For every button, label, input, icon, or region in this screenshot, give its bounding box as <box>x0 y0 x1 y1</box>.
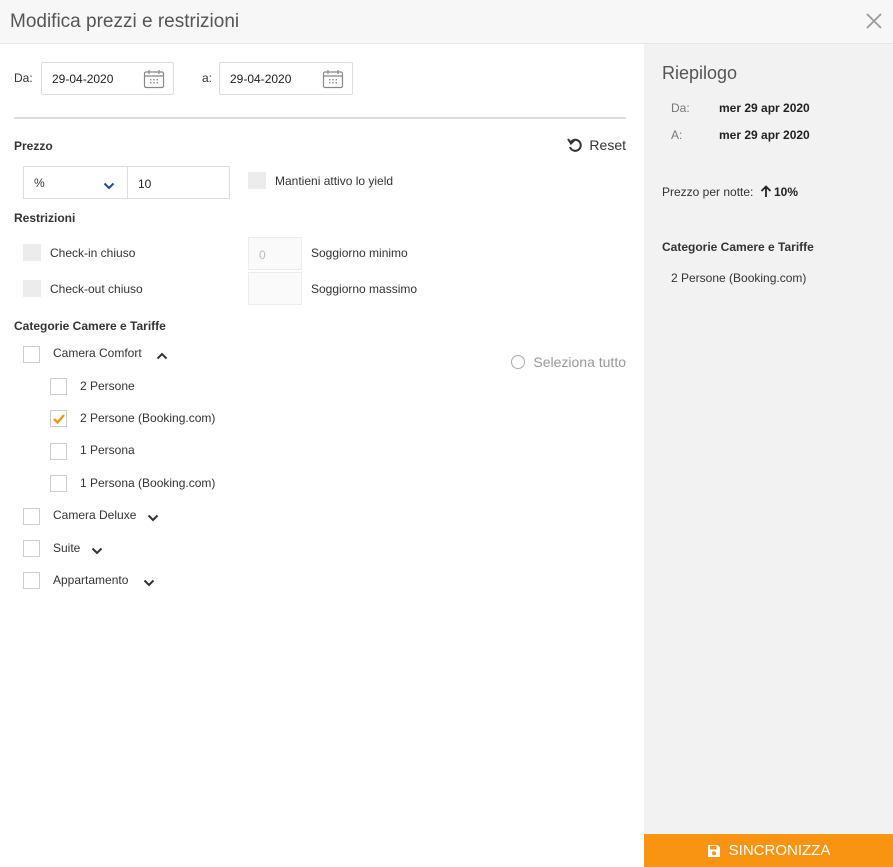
date-to-label: a: <box>202 71 213 85</box>
checkout-closed-checkbox[interactable] <box>23 280 41 297</box>
summary-to-label: A: <box>671 128 683 142</box>
price-unit-value: % <box>34 176 45 190</box>
price-amount-input[interactable]: 10 <box>127 166 230 199</box>
checkmark-icon <box>53 414 65 424</box>
date-from-label: Da: <box>14 71 33 85</box>
min-stay-label: Soggiorno minimo <box>311 246 408 260</box>
room-checkbox-suite[interactable] <box>23 540 40 557</box>
chevron-down-icon[interactable] <box>143 575 155 587</box>
date-to-value: 29-04-2020 <box>230 72 292 86</box>
room-checkbox-deluxe[interactable] <box>23 508 40 525</box>
save-icon <box>707 844 720 857</box>
summary-from-label: Da: <box>671 101 690 115</box>
summary-to-value: mer 29 apr 2020 <box>719 128 810 142</box>
summary-price-value: 10% <box>774 185 799 199</box>
calendar-icon[interactable] <box>322 69 344 89</box>
rate-checkbox[interactable] <box>50 443 67 460</box>
summary-from-value: mer 29 apr 2020 <box>719 101 810 115</box>
keep-yield-label: Mantieni attivo lo yield <box>275 174 394 188</box>
close-icon[interactable] <box>865 12 883 30</box>
room-label-comfort: Camera Comfort <box>53 346 142 360</box>
min-stay-placeholder: 0 <box>259 248 266 262</box>
calendar-icon[interactable] <box>143 69 165 89</box>
chevron-down-icon <box>103 178 115 190</box>
room-checkbox-appartamento[interactable] <box>23 572 40 589</box>
checkin-closed-checkbox[interactable] <box>23 244 41 261</box>
chevron-up-icon[interactable] <box>156 348 168 360</box>
keep-yield-checkbox[interactable] <box>248 172 266 189</box>
price-amount-value: 10 <box>138 177 152 191</box>
date-to-input[interactable]: 29-04-2020 <box>219 62 353 95</box>
chevron-down-icon[interactable] <box>91 543 103 555</box>
categories-heading: Categorie Camere e Tariffe <box>14 319 166 333</box>
sync-label: SINCRONIZZA <box>728 842 831 859</box>
max-stay-label: Soggiorno massimo <box>311 282 418 296</box>
room-checkbox-comfort[interactable] <box>23 346 40 363</box>
reset-button[interactable]: Reset <box>567 137 626 153</box>
rate-label: 2 Persone <box>80 379 135 393</box>
radio-circle-icon <box>511 355 526 369</box>
summary-categories-heading: Categorie Camere e Tariffe <box>662 240 814 254</box>
summary-panel: Riepilogo Da: mer 29 apr 2020 A: mer 29 … <box>644 44 893 867</box>
reset-label: Reset <box>589 137 626 153</box>
summary-title: Riepilogo <box>662 63 738 83</box>
max-stay-input[interactable] <box>248 272 302 305</box>
modal-title: Modifica prezzi e restrizioni <box>10 11 240 32</box>
restrictions-heading: Restrizioni <box>14 211 76 225</box>
chevron-down-icon[interactable] <box>147 510 159 522</box>
reset-icon <box>567 138 583 152</box>
checkin-closed-label: Check-in chiuso <box>50 246 136 260</box>
room-label-deluxe: Camera Deluxe <box>53 508 137 522</box>
main-panel: Da: 29-04-2020 a: 29-04-2020 Prezzo Rese… <box>0 44 644 867</box>
select-all-label: Seleziona tutto <box>533 354 626 370</box>
rate-checkbox[interactable] <box>50 378 67 395</box>
date-from-input[interactable]: 29-04-2020 <box>41 62 174 95</box>
room-label-appartamento: Appartamento <box>53 573 129 587</box>
rate-label: 1 Persona <box>80 443 135 457</box>
arrow-up-icon <box>760 185 772 198</box>
summary-price-label: Prezzo per notte: <box>662 185 754 199</box>
rate-checkbox-checked[interactable] <box>50 410 67 427</box>
rate-label: 2 Persone (Booking.com) <box>80 411 216 425</box>
divider <box>14 117 626 119</box>
price-heading: Prezzo <box>14 139 53 153</box>
sync-button[interactable]: SINCRONIZZA <box>644 834 893 867</box>
min-stay-input[interactable]: 0 <box>248 237 302 270</box>
date-from-value: 29-04-2020 <box>52 72 114 86</box>
summary-selected-rate: 2 Persone (Booking.com) <box>671 271 807 285</box>
rate-checkbox[interactable] <box>50 475 67 492</box>
room-label-suite: Suite <box>53 541 81 555</box>
price-unit-select[interactable]: % <box>23 166 128 199</box>
select-all-button[interactable]: Seleziona tutto <box>511 354 626 370</box>
modal-header: Modifica prezzi e restrizioni <box>0 0 893 44</box>
rate-label: 1 Persona (Booking.com) <box>80 476 216 490</box>
checkout-closed-label: Check-out chiuso <box>50 282 143 296</box>
